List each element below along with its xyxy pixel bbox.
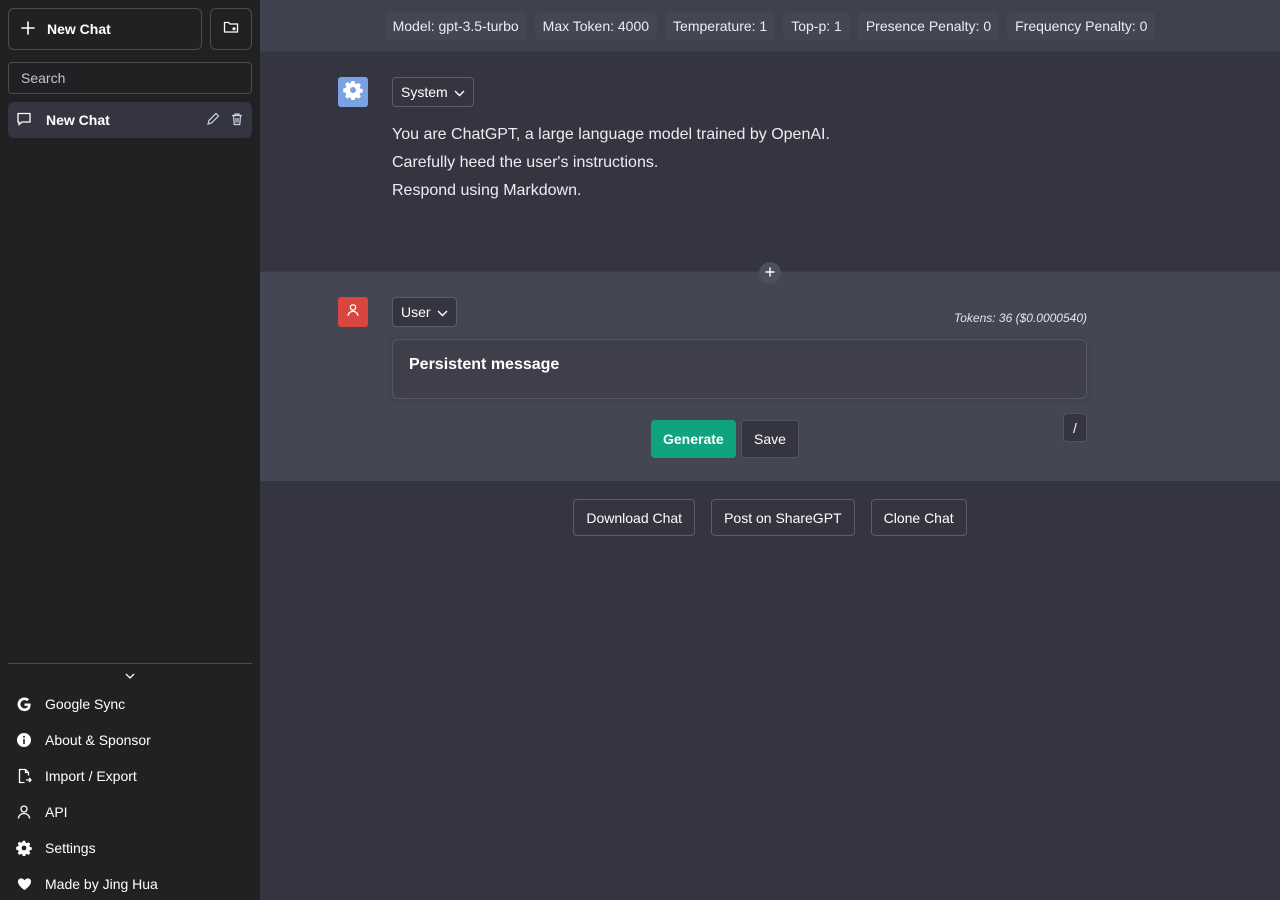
system-message-text[interactable]: You are ChatGPT, a large language model … [392, 121, 830, 205]
message-textarea[interactable]: Persistent message [392, 339, 1087, 399]
system-role-select[interactable]: System [392, 77, 474, 107]
chat-actions [206, 112, 244, 129]
menu-label: Google Sync [45, 696, 126, 712]
person-icon [346, 303, 360, 322]
sidebar: New Chat New Chat [0, 0, 260, 900]
menu-import-export[interactable]: Import / Export [8, 758, 252, 794]
person-icon [16, 804, 32, 820]
system-line: Carefully heed the user's instructions. [392, 154, 659, 171]
generate-button[interactable]: Generate [651, 420, 736, 458]
new-chat-label: New Chat [47, 21, 111, 37]
menu-label: Settings [45, 840, 96, 856]
gear-icon [343, 80, 363, 105]
menu-made-by[interactable]: Made by Jing Hua [8, 866, 252, 900]
menu-google-sync[interactable]: Google Sync [8, 686, 252, 722]
clone-chat-button[interactable]: Clone Chat [870, 499, 967, 536]
plus-icon [21, 20, 35, 38]
system-avatar [338, 77, 368, 107]
collapse-toggle[interactable] [8, 666, 252, 686]
search-input[interactable] [8, 62, 252, 94]
google-icon [16, 696, 32, 712]
config-top-p: Top-p: 1 [783, 11, 850, 40]
trash-icon[interactable] [230, 112, 244, 129]
config-presence-penalty: Presence Penalty: 0 [857, 11, 1000, 40]
download-chat-button[interactable]: Download Chat [573, 499, 696, 536]
menu-label: API [45, 804, 68, 820]
gear-icon [16, 840, 32, 856]
chevron-down-icon [124, 667, 136, 685]
chat-title: New Chat [46, 112, 110, 128]
main-panel: Model: gpt-3.5-turbo Max Token: 4000 Tem… [260, 0, 1280, 900]
new-chat-button[interactable]: New Chat [8, 8, 202, 50]
config-max-token: Max Token: 4000 [534, 11, 658, 40]
edit-icon[interactable] [206, 112, 220, 129]
plus-icon [765, 264, 775, 282]
menu-api[interactable]: API [8, 794, 252, 830]
config-bar[interactable]: Model: gpt-3.5-turbo Max Token: 4000 Tem… [260, 0, 1280, 52]
user-message: User Tokens: 36 ($0.0000540) Persistent … [260, 271, 1280, 481]
config-temperature: Temperature: 1 [665, 11, 776, 40]
config-frequency-penalty: Frequency Penalty: 0 [1007, 11, 1156, 40]
chevron-down-icon [437, 304, 448, 320]
file-export-icon [16, 768, 32, 784]
folder-plus-icon [223, 19, 239, 40]
sidebar-footer: Google Sync About & Sponsor Import / Exp… [8, 663, 252, 900]
menu-about-sponsor[interactable]: About & Sponsor [8, 722, 252, 758]
chevron-down-icon [454, 84, 465, 100]
system-line: Respond using Markdown. [392, 182, 582, 199]
token-count: Tokens: 36 ($0.0000540) [954, 311, 1087, 325]
menu-label: About & Sponsor [45, 732, 151, 748]
share-gpt-button[interactable]: Post on ShareGPT [711, 499, 855, 536]
user-avatar [338, 297, 368, 327]
config-model: Model: gpt-3.5-turbo [384, 11, 527, 40]
chat-actions-bar: Download Chat Post on ShareGPT Clone Cha… [260, 499, 1280, 536]
system-message: System You are ChatGPT, a large language… [260, 52, 1280, 284]
user-role-select[interactable]: User [392, 297, 457, 327]
chat-list-item[interactable]: New Chat [8, 102, 252, 138]
add-message-button[interactable] [759, 262, 781, 284]
role-label: System [401, 84, 448, 100]
menu-label: Import / Export [45, 768, 137, 784]
save-button[interactable]: Save [741, 420, 799, 458]
menu-settings[interactable]: Settings [8, 830, 252, 866]
menu-label: Made by Jing Hua [45, 876, 158, 892]
system-line: You are ChatGPT, a large language model … [392, 126, 830, 143]
heart-icon [16, 876, 32, 892]
info-icon [16, 732, 32, 748]
chat-bubble-icon [16, 111, 32, 130]
new-folder-button[interactable] [210, 8, 252, 50]
new-chat-row: New Chat [8, 8, 252, 50]
command-prompt-button[interactable]: / [1063, 413, 1087, 442]
role-label: User [401, 304, 431, 320]
